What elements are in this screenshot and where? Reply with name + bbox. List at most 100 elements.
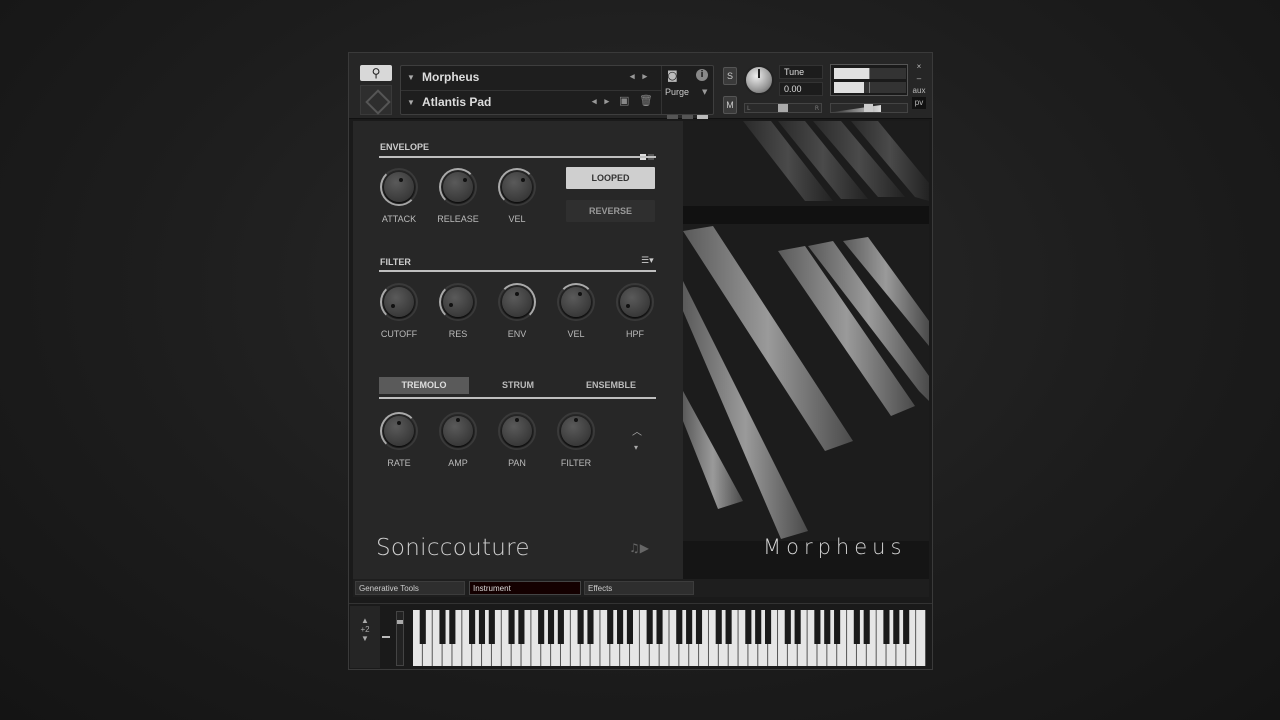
- tab-effects[interactable]: Effects: [584, 581, 694, 595]
- black-key[interactable]: [903, 610, 910, 644]
- black-key[interactable]: [646, 610, 653, 644]
- filter-mod-knob[interactable]: [557, 412, 595, 450]
- camera-icon[interactable]: ◙: [667, 69, 678, 82]
- black-key[interactable]: [518, 610, 525, 644]
- purge-menu[interactable]: Purge: [665, 87, 689, 97]
- black-key[interactable]: [469, 610, 476, 644]
- filter-mod-label: FILTER: [560, 458, 592, 468]
- black-key[interactable]: [814, 610, 821, 644]
- filter-vel-knob[interactable]: [557, 283, 595, 321]
- pan-slider[interactable]: L R: [744, 103, 822, 113]
- mute-button[interactable]: M: [723, 96, 737, 114]
- tab-generative-tools[interactable]: Generative Tools: [355, 581, 465, 595]
- black-key[interactable]: [656, 610, 663, 644]
- tune-value[interactable]: 0.00: [779, 82, 823, 96]
- envelope-vel-knob[interactable]: [498, 168, 536, 206]
- pan-thumb[interactable]: [778, 104, 788, 112]
- tab-strum[interactable]: STRUM: [473, 377, 563, 394]
- cutoff-knob[interactable]: [380, 283, 418, 321]
- dropdown-triangle-icon[interactable]: ▼: [407, 73, 415, 82]
- black-key[interactable]: [725, 610, 732, 644]
- dropdown-triangle-icon[interactable]: ▼: [407, 98, 415, 107]
- resonance-knob[interactable]: [439, 283, 477, 321]
- black-key[interactable]: [547, 610, 555, 644]
- black-key[interactable]: [695, 610, 703, 644]
- release-knob[interactable]: [439, 168, 477, 206]
- music-note-icon[interactable]: ♫▶: [629, 541, 649, 555]
- volume-meter: [830, 64, 908, 96]
- black-key[interactable]: [508, 610, 515, 644]
- envelope-page-indicator[interactable]: [638, 145, 654, 164]
- black-key[interactable]: [478, 610, 486, 644]
- black-key[interactable]: [853, 610, 860, 644]
- white-key[interactable]: [916, 610, 925, 666]
- black-key[interactable]: [488, 610, 495, 644]
- save-icon[interactable]: ▣: [619, 94, 629, 107]
- volume-thumb[interactable]: [864, 104, 873, 112]
- amp-label: AMP: [448, 458, 468, 468]
- black-key[interactable]: [626, 610, 633, 644]
- keyboard-area: ▲ +2 ▼: [349, 603, 932, 669]
- black-key[interactable]: [883, 610, 890, 644]
- black-key[interactable]: [834, 610, 841, 644]
- piano-keyboard[interactable]: [413, 610, 926, 666]
- black-key[interactable]: [419, 610, 426, 644]
- black-key[interactable]: [607, 610, 614, 644]
- black-key[interactable]: [538, 610, 545, 644]
- black-key[interactable]: [893, 610, 900, 644]
- black-key[interactable]: [765, 610, 772, 644]
- black-key[interactable]: [557, 610, 564, 644]
- chevron-down-icon[interactable]: ▾: [634, 443, 638, 452]
- black-key[interactable]: [745, 610, 752, 644]
- reverse-button[interactable]: REVERSE: [566, 200, 655, 222]
- chevron-down-icon[interactable]: ▼: [350, 634, 380, 643]
- black-key[interactable]: [617, 610, 624, 644]
- chevron-up-icon[interactable]: ▲: [350, 616, 380, 625]
- tab-ensemble[interactable]: ENSEMBLE: [566, 377, 656, 394]
- pitch-wheel[interactable]: [396, 611, 404, 666]
- pv-button[interactable]: pv: [912, 97, 926, 109]
- black-key[interactable]: [824, 610, 831, 644]
- tab-tremolo[interactable]: TREMOLO: [379, 377, 469, 394]
- black-key[interactable]: [794, 610, 801, 644]
- black-key[interactable]: [449, 610, 456, 644]
- tune-knob[interactable]: [744, 65, 774, 95]
- pan-knob[interactable]: [498, 412, 536, 450]
- filter-env-knob[interactable]: [498, 283, 536, 321]
- black-key[interactable]: [439, 610, 446, 644]
- black-key[interactable]: [587, 610, 594, 644]
- tune-label: Tune: [779, 65, 823, 79]
- looped-button[interactable]: LOOPED: [566, 167, 655, 189]
- envelope-title: ENVELOPE: [380, 142, 430, 152]
- volume-slider[interactable]: [830, 103, 908, 113]
- hpf-knob[interactable]: [616, 283, 654, 321]
- filter-menu-icon[interactable]: ☰▾: [641, 256, 654, 266]
- black-key[interactable]: [755, 610, 762, 644]
- black-key[interactable]: [715, 610, 722, 644]
- chevron-down-icon[interactable]: ▼: [702, 88, 707, 96]
- attack-knob[interactable]: [380, 168, 418, 206]
- wrench-icon[interactable]: ⚲: [360, 65, 392, 81]
- instrument-name-row[interactable]: ▼ Morpheus ◂▸: [401, 66, 661, 90]
- snapshot-prev-next-arrows[interactable]: ◂▸: [592, 96, 617, 107]
- info-icon[interactable]: i: [696, 69, 708, 81]
- black-key[interactable]: [863, 610, 870, 644]
- pan-label: PAN: [508, 458, 526, 468]
- chevron-up-icon[interactable]: ︿: [632, 423, 642, 438]
- black-key[interactable]: [676, 610, 683, 644]
- kontakt-instrument-panel: ⚲ ▼ Morpheus ◂▸ ▼ Atlantis Pad ◂▸ ▣ 🗑 ◙ …: [348, 52, 933, 670]
- solo-button[interactable]: S: [723, 67, 737, 85]
- amp-knob[interactable]: [439, 412, 477, 450]
- aux-button[interactable]: aux: [912, 85, 926, 97]
- close-icon[interactable]: ×: [912, 61, 926, 73]
- minimize-icon[interactable]: –: [912, 73, 926, 85]
- black-key[interactable]: [784, 610, 791, 644]
- tab-instrument[interactable]: Instrument: [469, 581, 581, 595]
- rate-knob[interactable]: [380, 412, 418, 450]
- trash-icon[interactable]: 🗑: [639, 94, 653, 107]
- black-key[interactable]: [686, 610, 693, 644]
- meter-bar-left: [834, 68, 906, 79]
- attack-label: ATTACK: [381, 214, 417, 224]
- instrument-prev-next-arrows[interactable]: ◂▸: [630, 71, 655, 82]
- black-key[interactable]: [577, 610, 584, 644]
